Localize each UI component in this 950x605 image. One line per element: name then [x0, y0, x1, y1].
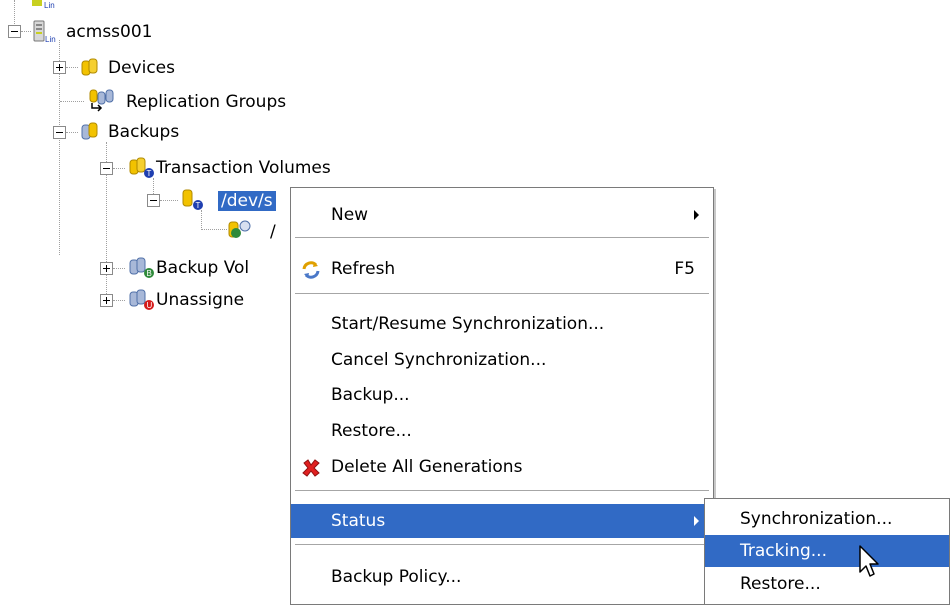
svg-text:U: U — [147, 301, 153, 310]
tree-item-root[interactable]: acmss001 — [66, 21, 153, 43]
tree-item-replication-groups[interactable]: Replication Groups — [126, 91, 286, 113]
refresh-shortcut: F5 — [674, 259, 695, 279]
transaction-volumes-icon: T — [129, 157, 154, 178]
server-icon: Lin — [33, 20, 56, 44]
menu-item-start-resume-sync[interactable]: Start/Resume Synchronization... — [291, 307, 713, 341]
replication-groups-icon — [89, 89, 114, 112]
menu-item-new[interactable]: New — [291, 198, 713, 232]
submenu-item-synchronization[interactable]: Synchronization... — [705, 503, 949, 535]
tree-item-backup-volumes[interactable]: Backup Vol — [156, 257, 249, 279]
tree-item-transaction-volumes[interactable]: Transaction Volumes — [156, 157, 331, 179]
menu-item-delete-all-generations[interactable]: Delete All Generations — [291, 450, 713, 484]
tree-expander-backups[interactable] — [53, 126, 66, 139]
submenu-item-tracking[interactable]: Tracking... — [705, 535, 949, 567]
server-icon-partial: Lin — [32, 0, 55, 10]
menu-item-status[interactable]: Status — [291, 504, 713, 538]
svg-text:T: T — [196, 201, 201, 210]
svg-text:Lin: Lin — [45, 35, 56, 44]
svg-text:T: T — [147, 169, 152, 178]
svg-text:B: B — [147, 269, 152, 278]
menu-item-refresh[interactable]: Refresh F5 — [291, 252, 713, 286]
submenu-arrow-icon — [694, 516, 699, 526]
svg-text:Lin: Lin — [44, 1, 55, 10]
status-submenu: Synchronization... Tracking... Restore..… — [704, 498, 950, 605]
tree-expander-root[interactable] — [8, 25, 21, 38]
unassigned-icon: U — [129, 289, 154, 310]
mouse-cursor-icon — [859, 545, 879, 577]
submenu-item-restore[interactable]: Restore... — [705, 568, 949, 600]
menu-item-restore[interactable]: Restore... — [291, 414, 713, 448]
menu-separator — [295, 237, 709, 238]
delete-x-icon — [302, 459, 320, 477]
context-menu: New Refresh F5 Start/Resume Synchronizat… — [290, 187, 714, 605]
tree-item-backups[interactable]: Backups — [108, 121, 179, 143]
tree-item-sync-volume[interactable]: / — [270, 221, 276, 243]
menu-item-backup[interactable]: Backup... — [291, 378, 713, 412]
menu-item-backup-policy[interactable]: Backup Policy... — [291, 560, 713, 594]
backup-volumes-icon: B — [129, 257, 154, 278]
refresh-icon — [302, 261, 320, 279]
menu-separator — [295, 293, 709, 294]
backups-icon — [81, 122, 98, 140]
tree-item-devices[interactable]: Devices — [108, 57, 175, 79]
tree-expander-backup-volumes[interactable] — [100, 262, 113, 275]
tree-expander-unassigned[interactable] — [100, 294, 113, 307]
submenu-arrow-icon — [694, 210, 699, 220]
devices-icon — [81, 58, 98, 76]
sync-volume-icon — [228, 220, 251, 238]
tree-item-unassigned[interactable]: Unassigne — [156, 289, 244, 311]
tree-expander-dev-volume[interactable] — [147, 194, 160, 207]
menu-separator — [295, 490, 709, 491]
tree-expander-transaction-volumes[interactable] — [100, 162, 113, 175]
tree-item-dev-volume[interactable]: /dev/s — [218, 190, 276, 212]
tree-view: Lin Lin acmss001 Devices Replication Gro… — [0, 0, 331, 310]
transaction-volume-icon: T — [182, 189, 203, 210]
menu-item-cancel-sync[interactable]: Cancel Synchronization... — [291, 343, 713, 377]
tree-expander-devices[interactable] — [53, 61, 66, 74]
menu-separator — [295, 544, 709, 545]
